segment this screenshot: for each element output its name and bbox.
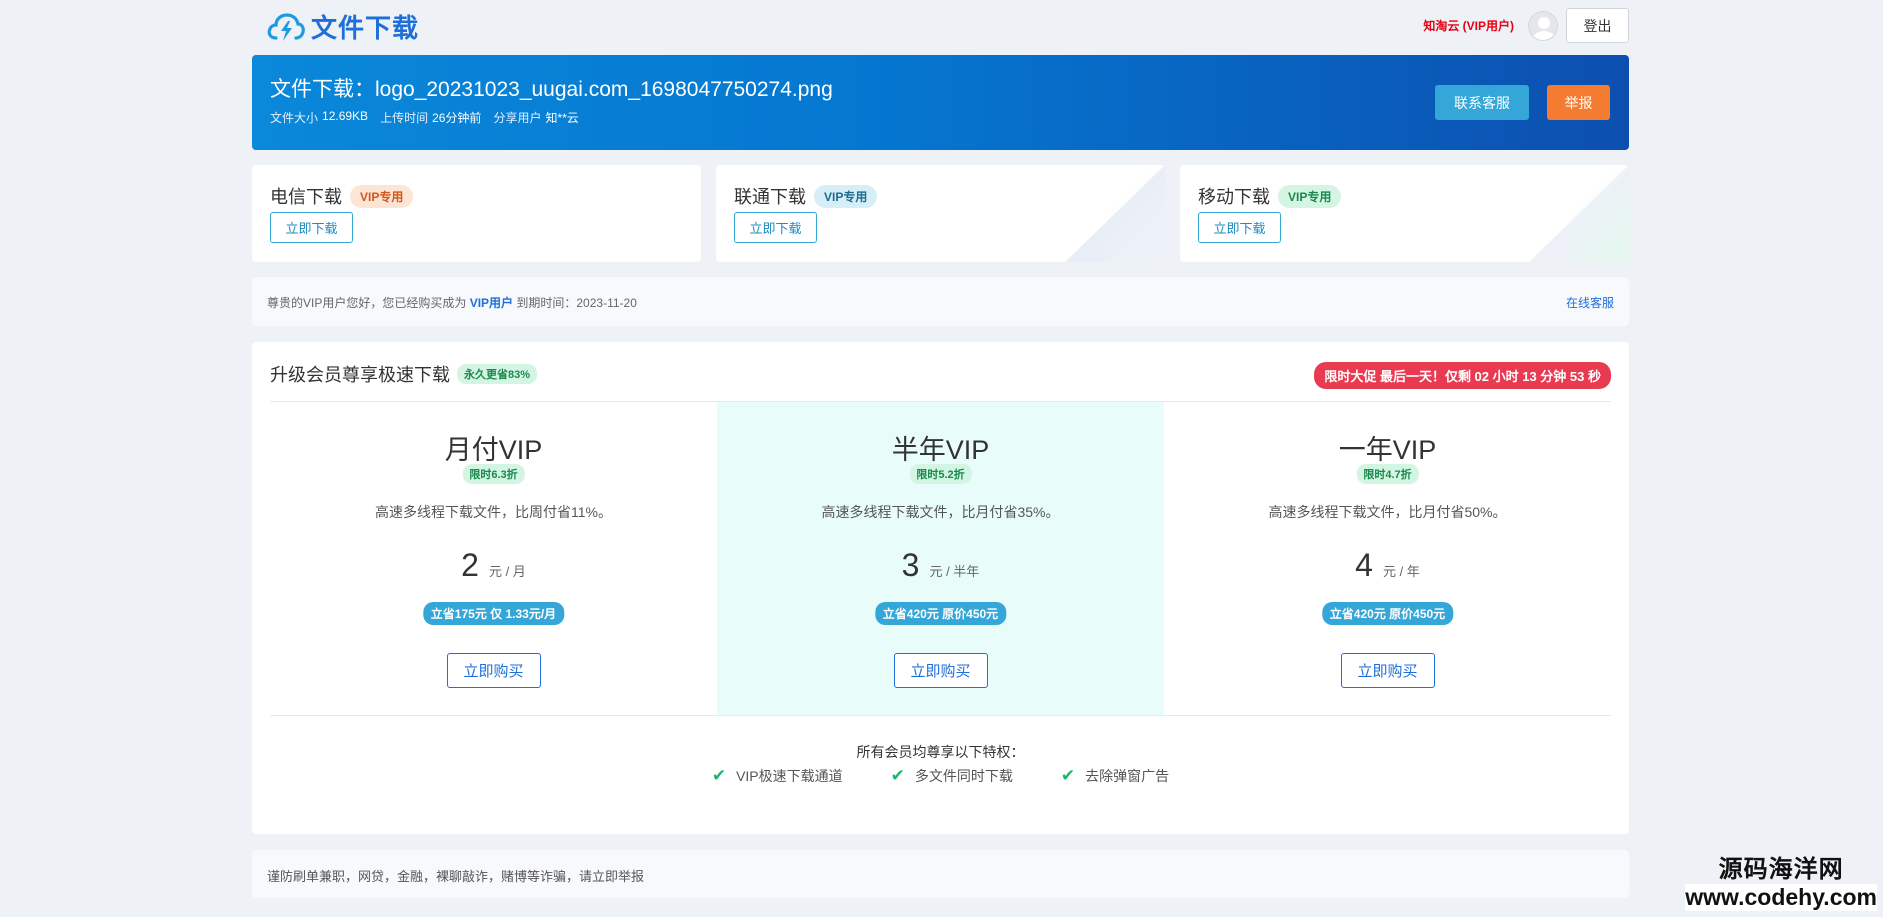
- price-number: 3: [901, 547, 920, 583]
- user-avatar-icon[interactable]: [1528, 10, 1558, 41]
- download-title-text: 电信下载: [270, 187, 342, 207]
- contact-service-button[interactable]: 联系客服: [1435, 85, 1529, 120]
- vip-notice-bar: 尊贵的VIP用户您好，您已经购买成为 VIP用户 到期时间：2023-11-20…: [252, 277, 1629, 326]
- upload-time-label: 上传时间: [380, 111, 429, 125]
- upgrade-title: 升级会员尊享极速下载: [270, 365, 450, 385]
- plan-description: 高速多线程下载文件，比周付省11%。: [375, 504, 612, 520]
- plan-price: 2 元 / 月: [270, 547, 717, 584]
- online-service-link[interactable]: 在线客服: [1566, 294, 1614, 311]
- plan-price: 3 元 / 半年: [717, 547, 1164, 584]
- savings-badge: 立省175元 仅 1.33元/月: [422, 602, 565, 625]
- notice-prefix: 尊贵的VIP用户您好，您已经购买成为: [267, 296, 467, 310]
- upload-time-value: 26分钟前: [432, 111, 482, 125]
- plan-card-yearly: 一年VIP 限时4.7折 高速多线程下载文件，比月付省50%。 4 元 / 年 …: [1164, 402, 1611, 715]
- plan-card-half-year: 半年VIP 限时5.2折 高速多线程下载文件，比月付省35%。 3 元 / 半年…: [717, 402, 1164, 715]
- file-meta: 文件大小 12.69KB 上传时间 26分钟前 分享用户 知**云: [270, 109, 591, 126]
- check-icon: ✔: [711, 766, 727, 785]
- forever-save-badge: 永久更省83%: [457, 364, 538, 384]
- report-button[interactable]: 举报: [1547, 85, 1610, 120]
- fraud-warning-bar: 谨防刷单兼职，网贷，金融，裸聊敲诈，赌博等诈骗，请立即举报: [252, 850, 1629, 898]
- share-user-value: 知**云: [545, 111, 579, 125]
- download-card-title: 联通下载 VIP专用: [734, 183, 878, 209]
- discount-badge: 限时6.3折: [462, 464, 525, 484]
- file-size-value: 12.69KB: [322, 109, 369, 123]
- download-card-title: 移动下载 VIP专用: [1198, 183, 1342, 209]
- watermark-line-2: www.codehy.com: [1685, 884, 1877, 911]
- privileges-title: 所有会员均尊享以下特权：: [856, 744, 1025, 760]
- download-card-unicom: 联通下载 VIP专用 立即下载: [716, 165, 1165, 262]
- check-icon: ✔: [890, 766, 905, 785]
- download-card-telecom: 电信下载 VIP专用 立即下载: [252, 165, 701, 262]
- vip-only-badge: VIP专用: [1278, 184, 1342, 208]
- plan-list: 月付VIP 限时6.3折 高速多线程下载文件，比周付省11%。 2 元 / 月 …: [270, 402, 1611, 715]
- download-title-text: 移动下载: [1198, 187, 1270, 207]
- upgrade-heading: 升级会员尊享极速下载 永久更省83%: [270, 361, 538, 387]
- watermark-line-1: 源码海洋网: [1718, 856, 1844, 883]
- privilege-item: ✔ VIP极速下载通道: [712, 766, 843, 786]
- discount-badge: 限时4.7折: [1356, 464, 1419, 484]
- check-icon: ✔: [1060, 766, 1076, 785]
- divider: [270, 715, 1611, 716]
- plan-card-monthly: 月付VIP 限时6.3折 高速多线程下载文件，比周付省11%。 2 元 / 月 …: [270, 402, 717, 715]
- vip-only-badge: VIP专用: [814, 184, 878, 208]
- vip-only-badge: VIP专用: [350, 184, 414, 208]
- notice-vip-label: VIP用户: [469, 296, 514, 310]
- share-user-label: 分享用户: [493, 111, 542, 125]
- download-now-button[interactable]: 立即下载: [734, 212, 817, 243]
- buy-now-button[interactable]: 立即购买: [446, 653, 541, 688]
- promo-countdown-badge: 限时大促 最后一天！仅剩 02 小时 13 分钟 53 秒: [1314, 362, 1611, 389]
- price-number: 2: [461, 547, 479, 583]
- logout-button[interactable]: 登出: [1566, 8, 1629, 43]
- download-card-mobile: 移动下载 VIP专用 立即下载: [1180, 165, 1629, 262]
- logo-text: 文件下载: [311, 13, 420, 43]
- fraud-warning-text: 谨防刷单兼职，网贷，金融，裸聊敲诈，赌博等诈骗，请立即举报: [267, 869, 645, 884]
- discount-badge: 限时5.2折: [909, 464, 972, 484]
- vip-notice-text: 尊贵的VIP用户您好，您已经购买成为 VIP用户 到期时间：2023-11-20: [267, 294, 637, 311]
- watermark: 源码海洋网 www.codehy.com: [1685, 849, 1877, 911]
- privilege-item: ✔ 多文件同时下载: [891, 766, 1013, 786]
- plan-description: 高速多线程下载文件，比月付省50%。: [1268, 504, 1507, 520]
- page-container: 文件下载 知淘云 (VIP用户) 登出 文件下载：logo_20231023_u…: [252, 0, 1629, 898]
- notice-expiry: 到期时间：2023-11-20: [516, 296, 637, 310]
- download-options: 电信下载 VIP专用 立即下载 联通下载 VIP专用 立即下载 移动下载 VIP…: [252, 165, 1629, 262]
- logo[interactable]: 文件下载: [267, 8, 419, 45]
- privilege-text: 去除弹窗广告: [1085, 768, 1170, 784]
- upgrade-panel: 升级会员尊享极速下载 永久更省83% 限时大促 最后一天！仅剩 02 小时 13…: [252, 342, 1629, 834]
- user-name[interactable]: 知淘云 (VIP用户): [1423, 17, 1514, 34]
- price-unit: 元 / 半年: [929, 564, 980, 579]
- plan-name: 月付VIP: [444, 435, 543, 465]
- download-now-button[interactable]: 立即下载: [270, 212, 353, 243]
- privilege-text: 多文件同时下载: [914, 768, 1013, 784]
- plan-description: 高速多线程下载文件，比月付省35%。: [821, 504, 1060, 520]
- privileges-list: ✔ VIP极速下载通道 ✔ 多文件同时下载 ✔ 去除弹窗广告: [252, 766, 1629, 786]
- user-area: 知淘云 (VIP用户) 登出: [1423, 8, 1629, 43]
- buy-now-button[interactable]: 立即购买: [1340, 653, 1435, 688]
- price-unit: 元 / 年: [1382, 564, 1420, 579]
- savings-badge: 立省420元 原价450元: [1321, 602, 1454, 625]
- privilege-item: ✔ 去除弹窗广告: [1061, 766, 1169, 786]
- file-info-banner: 文件下载：logo_20231023_uugai.com_16980477502…: [252, 55, 1629, 150]
- file-size-label: 文件大小: [270, 111, 319, 125]
- download-now-button[interactable]: 立即下载: [1198, 212, 1281, 243]
- buy-now-button[interactable]: 立即购买: [893, 653, 988, 688]
- cloud-lightning-icon: [267, 12, 305, 41]
- download-card-title: 电信下载 VIP专用: [270, 183, 414, 209]
- top-header: 文件下载 知淘云 (VIP用户) 登出: [252, 0, 1629, 55]
- savings-badge: 立省420元 原价450元: [874, 602, 1007, 625]
- file-title: 文件下载：logo_20231023_uugai.com_16980477502…: [270, 78, 833, 101]
- price-unit: 元 / 月: [488, 564, 526, 579]
- plan-price: 4 元 / 年: [1164, 547, 1611, 584]
- price-number: 4: [1355, 547, 1373, 583]
- download-title-text: 联通下载: [734, 187, 806, 207]
- plan-name: 一年VIP: [1338, 435, 1437, 465]
- privilege-text: VIP极速下载通道: [736, 768, 843, 784]
- plan-name: 半年VIP: [891, 435, 990, 465]
